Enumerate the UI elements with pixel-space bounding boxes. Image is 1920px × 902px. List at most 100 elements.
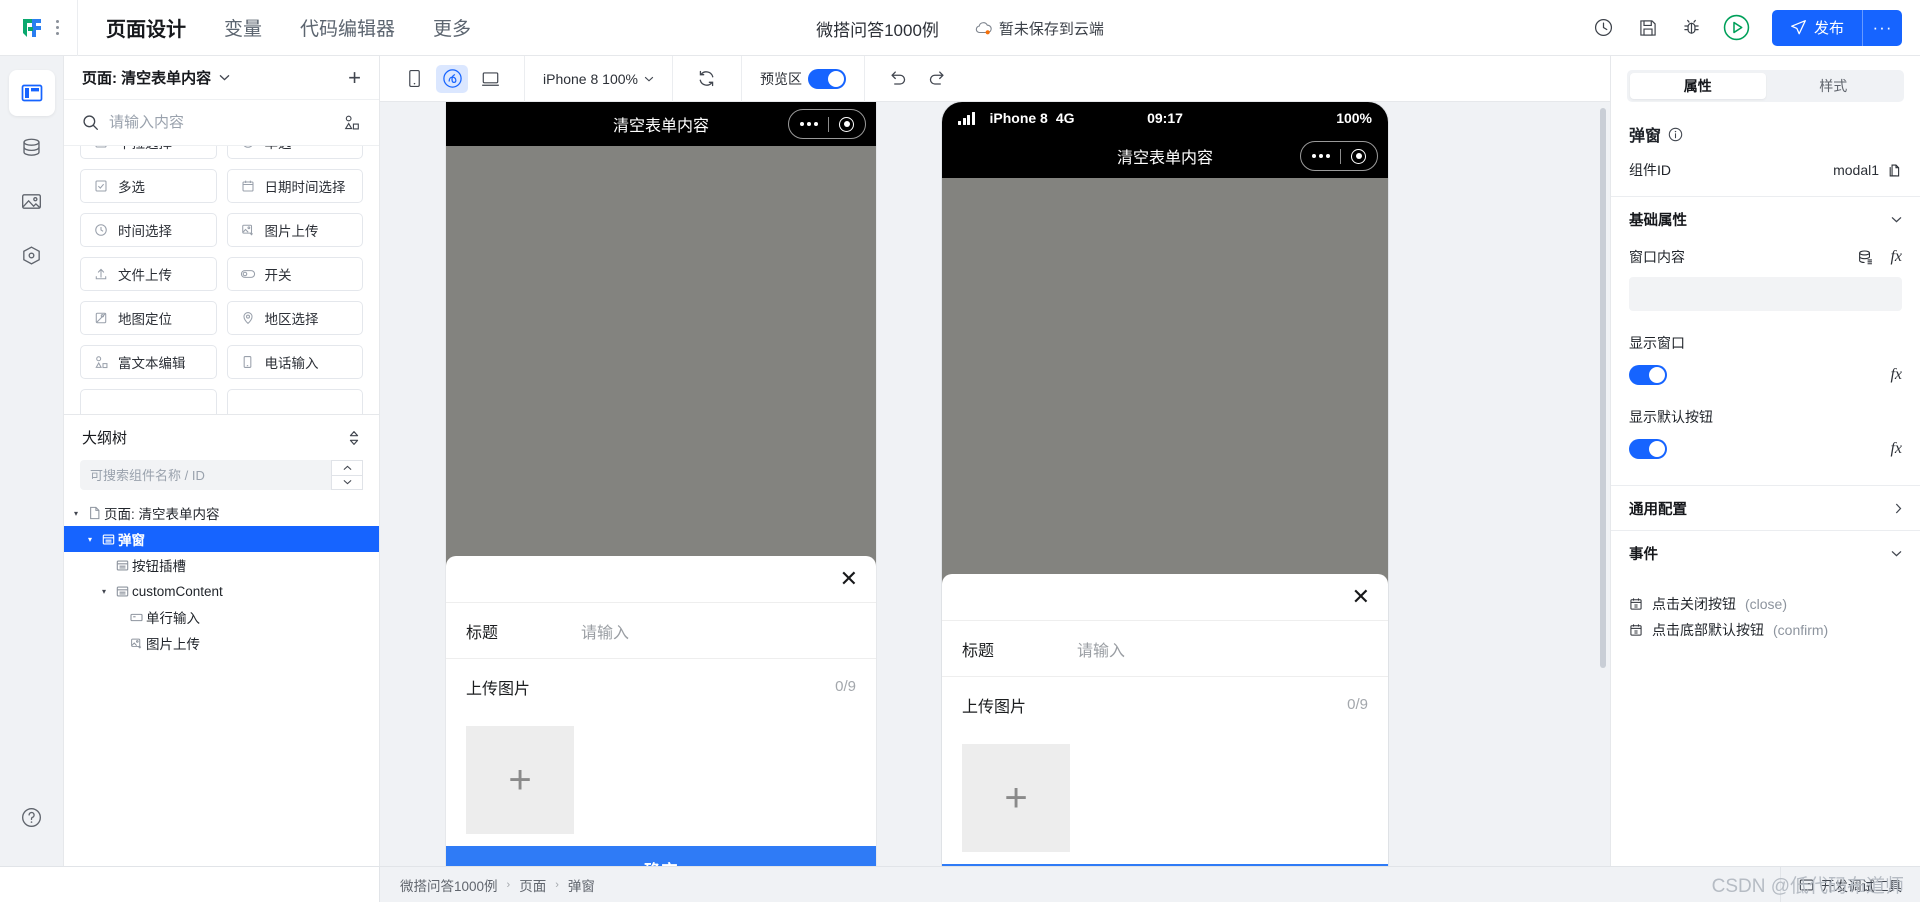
- show-window-toggle[interactable]: [1629, 365, 1667, 385]
- rail-item-help[interactable]: [9, 794, 55, 840]
- comp-time[interactable]: 时间选择: [80, 213, 217, 247]
- logo-zone[interactable]: [0, 0, 78, 56]
- comp-switch[interactable]: 开关: [226, 257, 363, 291]
- breadcrumb-item-project[interactable]: 微搭问答1000例: [400, 875, 498, 895]
- comp-datetime[interactable]: 日期时间选择: [226, 169, 363, 203]
- component-library-icon[interactable]: [343, 114, 361, 132]
- database-icon[interactable]: [1857, 249, 1874, 266]
- rail-item-image[interactable]: [9, 178, 55, 224]
- comp-phone-input[interactable]: 电话输入: [226, 345, 363, 379]
- bug-icon[interactable]: [1670, 6, 1714, 50]
- history-icon[interactable]: [1582, 6, 1626, 50]
- design-confirm-button[interactable]: 确定: [446, 846, 876, 866]
- search-input[interactable]: [109, 114, 333, 131]
- event-label: 点击关闭按钮: [1652, 596, 1736, 612]
- event-close[interactable]: 点击关闭按钮 (close): [1629, 591, 1902, 617]
- comp-dropdown[interactable]: 下拉选择: [80, 146, 217, 159]
- outline-search-input[interactable]: [80, 467, 331, 483]
- event-confirm[interactable]: 点击底部默认按钮 (confirm): [1629, 617, 1902, 643]
- comp-radio[interactable]: 单选: [226, 146, 363, 159]
- comp-image-upload[interactable]: 图片上传: [226, 213, 363, 247]
- section-basic-properties[interactable]: 基础属性: [1629, 197, 1902, 241]
- tree-node-single-input[interactable]: 单行输入: [64, 604, 379, 630]
- sort-icon[interactable]: [347, 430, 361, 446]
- window-content-input[interactable]: [1629, 277, 1902, 311]
- copy-icon[interactable]: [1887, 163, 1902, 178]
- device-select[interactable]: iPhone 8 100%: [543, 71, 654, 87]
- desktop-icon[interactable]: [474, 65, 506, 93]
- upload-add-box[interactable]: +: [962, 744, 1070, 852]
- database-icon: [20, 136, 43, 159]
- outline-next-button[interactable]: [331, 474, 363, 490]
- runtime-sheet-title-field[interactable]: 标题 请输入: [942, 620, 1388, 676]
- fx-icon[interactable]: fx: [1890, 440, 1902, 458]
- component-grid-scroll[interactable]: 下拉选择 单选 多选: [64, 146, 379, 414]
- logo-menu-dots-icon[interactable]: [55, 20, 59, 35]
- preview-toggle[interactable]: [807, 68, 846, 89]
- phone-icon[interactable]: [398, 65, 430, 93]
- add-page-button[interactable]: +: [348, 66, 361, 89]
- tab-code-editor[interactable]: 代码编辑器: [300, 14, 395, 41]
- upload-add-box[interactable]: +: [466, 726, 574, 834]
- breadcrumb-item-page[interactable]: 页面: [519, 875, 546, 895]
- outline-prev-button[interactable]: [331, 460, 363, 475]
- canvas-scroll[interactable]: 清空表单内容 ✕ 标题 请输入 上传图片 0/9 + iPhone 8 4G 0…: [380, 102, 1610, 866]
- tab-variables[interactable]: 变量: [224, 14, 262, 41]
- publish-button[interactable]: 发布: [1771, 9, 1862, 46]
- save-icon[interactable]: [1626, 6, 1670, 50]
- tab-styles[interactable]: 样式: [1766, 73, 1902, 99]
- breadcrumb: 微搭问答1000例 › 页面 › 弹窗: [380, 875, 595, 895]
- comp-richtext[interactable]: 富文本编辑: [80, 345, 217, 379]
- mini-program-icon[interactable]: [436, 64, 468, 93]
- tab-page-design[interactable]: 页面设计: [106, 13, 186, 42]
- comp-extra-1[interactable]: [80, 389, 217, 414]
- component-id-value-group: modal1: [1833, 162, 1902, 178]
- comp-extra-2[interactable]: [226, 389, 363, 414]
- tree-node-custom-content[interactable]: ▾ customContent: [64, 578, 379, 604]
- rail-item-database[interactable]: [9, 124, 55, 170]
- section-events[interactable]: 事件: [1629, 531, 1902, 575]
- runtime-preview-phone[interactable]: iPhone 8 4G 09:17 100% 清空表单内容 ✕ 标题 请输入 上…: [942, 102, 1388, 866]
- tree-node-page[interactable]: ▾ 页面: 清空表单内容: [64, 500, 379, 526]
- show-default-button-label-row: 显示默认按钮: [1629, 407, 1902, 427]
- layout-icon: [20, 81, 44, 105]
- mini-program-capsule-icon[interactable]: [788, 109, 866, 139]
- design-preview-phone[interactable]: 清空表单内容 ✕ 标题 请输入 上传图片 0/9 +: [446, 102, 876, 866]
- fx-icon[interactable]: fx: [1890, 366, 1902, 384]
- rail-item-component[interactable]: [9, 232, 55, 278]
- show-default-button-toggle[interactable]: [1629, 439, 1667, 459]
- publish-more-button[interactable]: ···: [1862, 9, 1902, 46]
- breadcrumb-item-modal[interactable]: 弹窗: [568, 875, 595, 895]
- design-sheet-title-field[interactable]: 标题 请输入: [446, 602, 876, 658]
- undo-icon[interactable]: [883, 65, 915, 93]
- redo-icon[interactable]: [921, 65, 953, 93]
- tree-node-label: 页面: 清空表单内容: [104, 507, 220, 522]
- caret-icon[interactable]: ▾: [96, 587, 112, 596]
- comp-map-locate[interactable]: 地图定位: [80, 301, 217, 335]
- comp-label: 富文本编辑: [118, 356, 186, 371]
- section-general-config[interactable]: 通用配置: [1629, 486, 1902, 530]
- devtool-button[interactable]: 开发调试工具: [1780, 866, 1920, 902]
- mini-program-capsule-icon[interactable]: [1300, 141, 1378, 171]
- tree-node-button-slot[interactable]: 按钮插槽: [64, 552, 379, 578]
- run-icon[interactable]: [1714, 6, 1760, 50]
- info-icon[interactable]: [1668, 127, 1683, 142]
- event-icon: [1629, 597, 1643, 611]
- close-icon[interactable]: ✕: [840, 568, 858, 590]
- comp-region-select[interactable]: 地区选择: [226, 301, 363, 335]
- tree-node-modal[interactable]: ▾ 弹窗: [64, 526, 379, 552]
- close-icon[interactable]: ✕: [1352, 586, 1370, 608]
- caret-icon[interactable]: ▾: [68, 509, 84, 518]
- refresh-icon[interactable]: [691, 65, 723, 93]
- tab-properties[interactable]: 属性: [1630, 73, 1766, 99]
- tab-more[interactable]: 更多: [433, 14, 471, 41]
- comp-checkbox[interactable]: 多选: [80, 169, 217, 203]
- caret-icon[interactable]: ▾: [82, 535, 98, 544]
- capsule-divider: [1340, 148, 1341, 164]
- page-selector[interactable]: 页面: 清空表单内容: [82, 67, 230, 88]
- canvas-vertical-scrollbar[interactable]: [1600, 108, 1606, 668]
- comp-file-upload[interactable]: 文件上传: [80, 257, 217, 291]
- tree-node-image-upload[interactable]: 图片上传: [64, 630, 379, 656]
- fx-icon[interactable]: fx: [1890, 248, 1902, 266]
- rail-item-layout[interactable]: [8, 70, 55, 116]
